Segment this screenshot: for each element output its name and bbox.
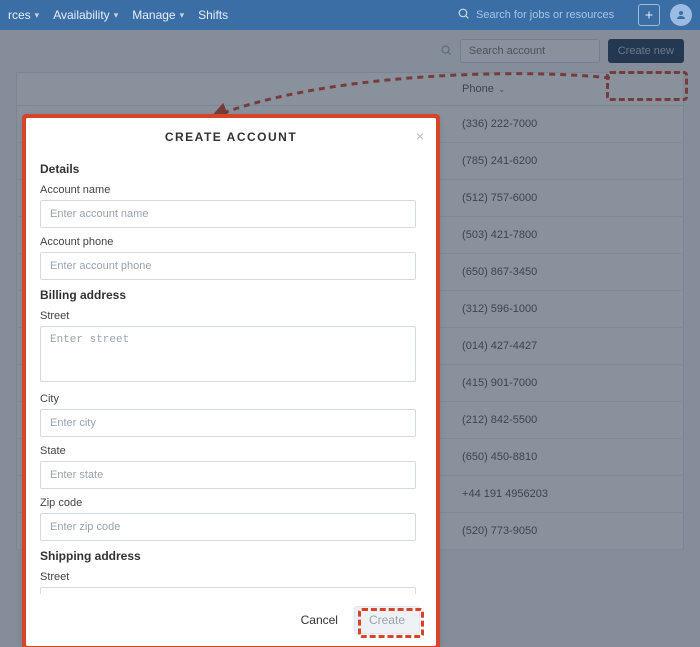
billing-city-field[interactable] [40,409,416,437]
billing-zip-field[interactable] [40,513,416,541]
section-billing-address: Billing address [40,288,416,302]
add-button[interactable] [638,4,660,26]
chevron-down-icon: ▾ [35,10,40,21]
chevron-down-icon: ▾ [180,10,185,21]
label-shipping-street: Street [40,571,416,583]
billing-state-field[interactable] [40,461,416,489]
top-navbar: rces▾ Availability▾ Manage▾ Shifts [0,0,700,30]
account-name-field[interactable] [40,200,416,228]
user-avatar[interactable] [670,4,692,26]
modal-footer: Cancel Create [26,594,436,646]
label-billing-state: State [40,445,416,457]
modal-header: CREATE ACCOUNT × [26,118,436,154]
close-icon[interactable]: × [416,128,424,144]
label-account-phone: Account phone [40,236,416,248]
nav-menu: rces▾ Availability▾ Manage▾ Shifts [8,8,228,22]
label-billing-street: Street [40,310,416,322]
search-icon [457,7,470,23]
nav-item-shifts[interactable]: Shifts [198,8,228,22]
account-phone-field[interactable] [40,252,416,280]
create-button[interactable]: Create [354,606,420,634]
global-search-input[interactable] [476,9,626,21]
cancel-button[interactable]: Cancel [295,607,344,633]
label-account-name: Account name [40,184,416,196]
label-billing-city: City [40,393,416,405]
global-search[interactable] [457,7,626,23]
chevron-down-icon: ▾ [114,10,119,21]
nav-item-availability[interactable]: Availability▾ [53,8,118,22]
nav-item-resources[interactable]: rces▾ [8,8,39,22]
page-body: Create new Phone⌄ (336) 222-7000(785) 24… [0,30,700,647]
label-billing-zip: Zip code [40,497,416,509]
shipping-street-field[interactable] [40,587,416,594]
billing-street-field[interactable] [40,326,416,382]
section-details: Details [40,162,416,176]
modal-scroll-area[interactable]: Details Account name Account phone Billi… [40,154,422,594]
section-shipping-address: Shipping address [40,549,416,563]
nav-item-manage[interactable]: Manage▾ [132,8,184,22]
create-account-modal: CREATE ACCOUNT × Details Account name Ac… [26,118,436,646]
modal-title: CREATE ACCOUNT [26,130,436,144]
